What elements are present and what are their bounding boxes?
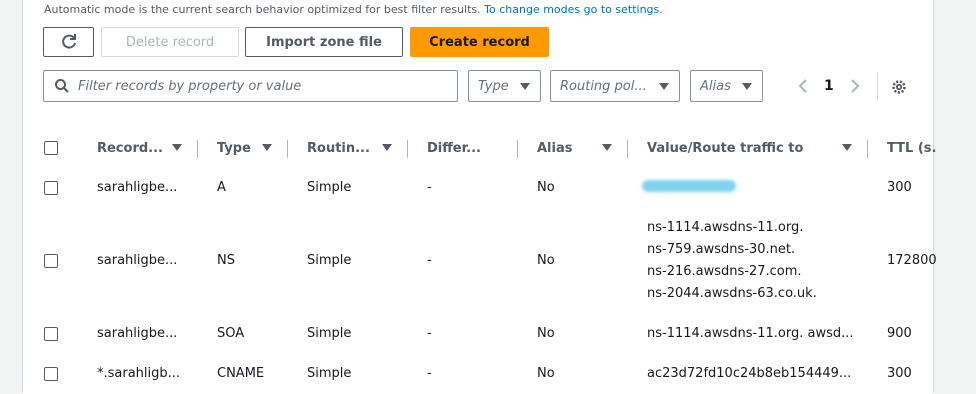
- column-record-name[interactable]: Record...: [97, 128, 163, 168]
- sort-icon[interactable]: [382, 144, 392, 151]
- alias-filter-label: Alias: [700, 78, 731, 94]
- value-line: ns-2044.awsdns-63.co.uk.: [647, 286, 817, 301]
- column-resizer[interactable]: [517, 140, 518, 158]
- column-type[interactable]: Type: [217, 128, 251, 168]
- row-checkbox[interactable]: [44, 327, 58, 341]
- differentiator: -: [427, 253, 432, 268]
- record-type: NS: [217, 253, 235, 268]
- gear-icon[interactable]: [890, 78, 908, 96]
- delete-record-button[interactable]: Delete record: [101, 27, 239, 57]
- refresh-button[interactable]: [43, 27, 94, 57]
- row-checkbox[interactable]: [44, 181, 58, 195]
- routing-policy-filter-select[interactable]: Routing pol...: [550, 70, 680, 102]
- pager-divider: [877, 72, 878, 100]
- search-mode-note: Automatic mode is the current search beh…: [44, 3, 663, 16]
- column-differentiator[interactable]: Differ...: [427, 128, 481, 168]
- ttl-value: 172800: [887, 253, 937, 268]
- chevron-right-icon[interactable]: [848, 78, 862, 94]
- column-resizer[interactable]: [287, 140, 288, 158]
- pagination: 1: [796, 70, 862, 102]
- sort-icon[interactable]: [172, 144, 182, 151]
- search-icon: [55, 79, 69, 93]
- redacted-value: [642, 180, 736, 192]
- sort-icon[interactable]: [602, 144, 612, 151]
- table-row[interactable]: sarahligbe... NS Simple - No ns-1114.aws…: [23, 208, 937, 315]
- search-mode-text: Automatic mode is the current search beh…: [44, 3, 481, 16]
- row-checkbox[interactable]: [44, 367, 58, 381]
- record-type: SOA: [217, 326, 245, 341]
- differentiator: -: [427, 180, 432, 195]
- column-routing-policy[interactable]: Routin...: [307, 128, 370, 168]
- chevron-down-icon: [520, 83, 530, 90]
- routing-policy: Simple: [307, 326, 352, 341]
- value-line: ns-216.awsdns-27.com.: [647, 264, 802, 279]
- column-ttl[interactable]: TTL (s.: [887, 128, 936, 168]
- column-resizer[interactable]: [407, 140, 408, 158]
- search-input[interactable]: Filter records by property or value: [43, 70, 458, 102]
- record-type: CNAME: [217, 366, 265, 381]
- chevron-left-icon[interactable]: [796, 78, 810, 94]
- chevron-down-icon: [659, 83, 669, 90]
- alias-filter-select[interactable]: Alias: [690, 70, 763, 102]
- select-all-checkbox[interactable]: [44, 141, 58, 155]
- record-name[interactable]: sarahligbe...: [97, 253, 177, 268]
- value-line: ns-1114.awsdns-11.org. awsd...: [647, 326, 854, 341]
- table-row[interactable]: sarahligbe... A Simple - No 300: [23, 168, 932, 209]
- record-name[interactable]: sarahligbe...: [97, 326, 177, 341]
- column-resizer[interactable]: [197, 140, 198, 158]
- type-filter-select[interactable]: Type: [468, 70, 541, 102]
- settings-link[interactable]: To change modes go to settings.: [484, 3, 663, 16]
- type-filter-label: Type: [478, 78, 509, 94]
- create-record-button[interactable]: Create record: [410, 27, 549, 57]
- column-resizer[interactable]: [627, 140, 628, 158]
- search-placeholder: Filter records by property or value: [78, 78, 302, 94]
- differentiator: -: [427, 326, 432, 341]
- column-value[interactable]: Value/Route traffic to: [647, 128, 803, 168]
- table-row[interactable]: sarahligbe... SOA Simple - No ns-1114.aw…: [23, 314, 932, 355]
- current-page[interactable]: 1: [824, 78, 834, 94]
- column-alias[interactable]: Alias: [537, 128, 572, 168]
- routing-filter-label: Routing pol...: [560, 78, 647, 94]
- refresh-icon: [61, 34, 76, 49]
- chevron-down-icon: [742, 83, 752, 90]
- record-type: A: [217, 180, 226, 195]
- sort-icon[interactable]: [842, 144, 852, 151]
- alias-value: No: [537, 326, 555, 341]
- record-name[interactable]: sarahligbe...: [97, 180, 177, 195]
- alias-value: No: [537, 366, 555, 381]
- row-checkbox[interactable]: [44, 254, 58, 268]
- value-line: ac23d72fd10c24b8eb154449...: [647, 366, 852, 381]
- sort-icon[interactable]: [262, 144, 272, 151]
- ttl-value: 300: [887, 180, 912, 195]
- column-resizer[interactable]: [867, 140, 868, 158]
- alias-value: No: [537, 253, 555, 268]
- record-name[interactable]: *.sarahligb...: [97, 366, 180, 381]
- alias-value: No: [537, 180, 555, 195]
- table-header: Record... Type Routin... Differ... Alias…: [23, 128, 936, 169]
- routing-policy: Simple: [307, 366, 352, 381]
- routing-policy: Simple: [307, 180, 352, 195]
- ttl-value: 300: [887, 366, 912, 381]
- ttl-value: 900: [887, 326, 912, 341]
- routing-policy: Simple: [307, 253, 352, 268]
- value-line: ns-1114.awsdns-11.org.: [647, 220, 804, 235]
- table-row[interactable]: *.sarahligb... CNAME Simple - No ac23d72…: [23, 354, 932, 394]
- import-zone-file-button[interactable]: Import zone file: [245, 27, 403, 57]
- differentiator: -: [427, 366, 432, 381]
- value-line: ns-759.awsdns-30.net.: [647, 242, 796, 257]
